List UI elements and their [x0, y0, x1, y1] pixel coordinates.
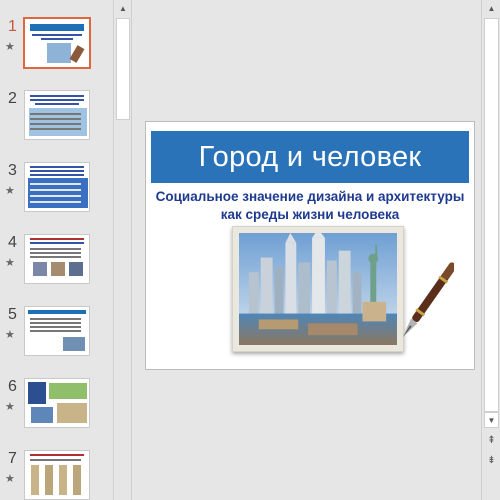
thumbnail-scroll-thumb[interactable]	[116, 18, 130, 120]
slide-number: 6	[8, 378, 17, 395]
slide-thumbnail-image[interactable]	[24, 234, 90, 284]
animation-star-icon: ★	[5, 329, 15, 341]
scroll-down-arrow-icon[interactable]: ▼	[484, 412, 499, 428]
animation-star-icon: ★	[5, 41, 15, 53]
slide-number: 4	[8, 234, 17, 251]
animation-star-icon: ★	[5, 185, 15, 197]
current-slide[interactable]: Город и человек Социальное значение диза…	[145, 121, 475, 370]
slide-number: 3	[8, 162, 17, 179]
slide-number: 7	[8, 450, 17, 467]
slide-thumbnail-7[interactable]: 7 ★	[0, 450, 113, 500]
slide-number: 1	[8, 18, 17, 35]
slide-thumbnail-image[interactable]	[24, 450, 90, 500]
slide-subtitle[interactable]: Социальное значение дизайна и архитектур…	[151, 188, 469, 224]
slide-thumbnail-2[interactable]: 2	[0, 90, 113, 156]
city-skyline-image	[239, 233, 397, 345]
animation-star-icon: ★	[5, 257, 15, 269]
animation-star-icon: ★	[5, 401, 15, 413]
double-chevron-down-icon[interactable]: ⇟	[484, 452, 499, 470]
fountain-pen-image	[402, 262, 454, 338]
slide-thumbnail-image[interactable]	[23, 17, 91, 69]
slide-scrollbar[interactable]: ▲ ▼ ⇞ ⇟	[481, 0, 500, 500]
scroll-up-arrow-icon[interactable]: ▲	[483, 0, 500, 16]
slide-thumbnail-6[interactable]: 6 ★	[0, 378, 113, 444]
slide-thumbnail-4[interactable]: 4 ★	[0, 234, 113, 300]
slide-thumbnail-image[interactable]	[24, 162, 90, 212]
double-chevron-up-icon[interactable]: ⇞	[484, 432, 499, 450]
slide-thumbnail-5[interactable]: 5 ★	[0, 306, 113, 372]
slide-number: 2	[8, 90, 17, 107]
slide-thumbnail-image[interactable]	[24, 306, 90, 356]
slide-number: 5	[8, 306, 17, 323]
scroll-up-arrow-icon[interactable]: ▲	[114, 0, 132, 16]
slide-thumbnail-1[interactable]: 1 ★	[0, 17, 113, 84]
slide-title-bar: Город и человек	[151, 131, 469, 183]
thumbnail-scrollbar[interactable]: ▲	[113, 0, 131, 500]
slide-scroll-thumb[interactable]	[484, 18, 499, 412]
animation-star-icon: ★	[5, 473, 15, 485]
slide-thumbnail-3[interactable]: 3 ★	[0, 162, 113, 228]
slide-title[interactable]: Город и человек	[199, 141, 422, 174]
slide-thumbnail-pane: 1 ★ 2 3 ★ 4 ★ 5 ★ 6 ★ 7 ★	[0, 0, 113, 500]
slide-thumbnail-image[interactable]	[24, 90, 90, 140]
presentation-editor: 1 ★ 2 3 ★ 4 ★ 5 ★ 6 ★ 7 ★ ▲ Город и чело…	[0, 0, 500, 500]
slide-editing-area: Город и человек Социальное значение диза…	[131, 0, 481, 500]
city-picture[interactable]	[232, 226, 404, 352]
slide-thumbnail-image[interactable]	[24, 378, 90, 428]
